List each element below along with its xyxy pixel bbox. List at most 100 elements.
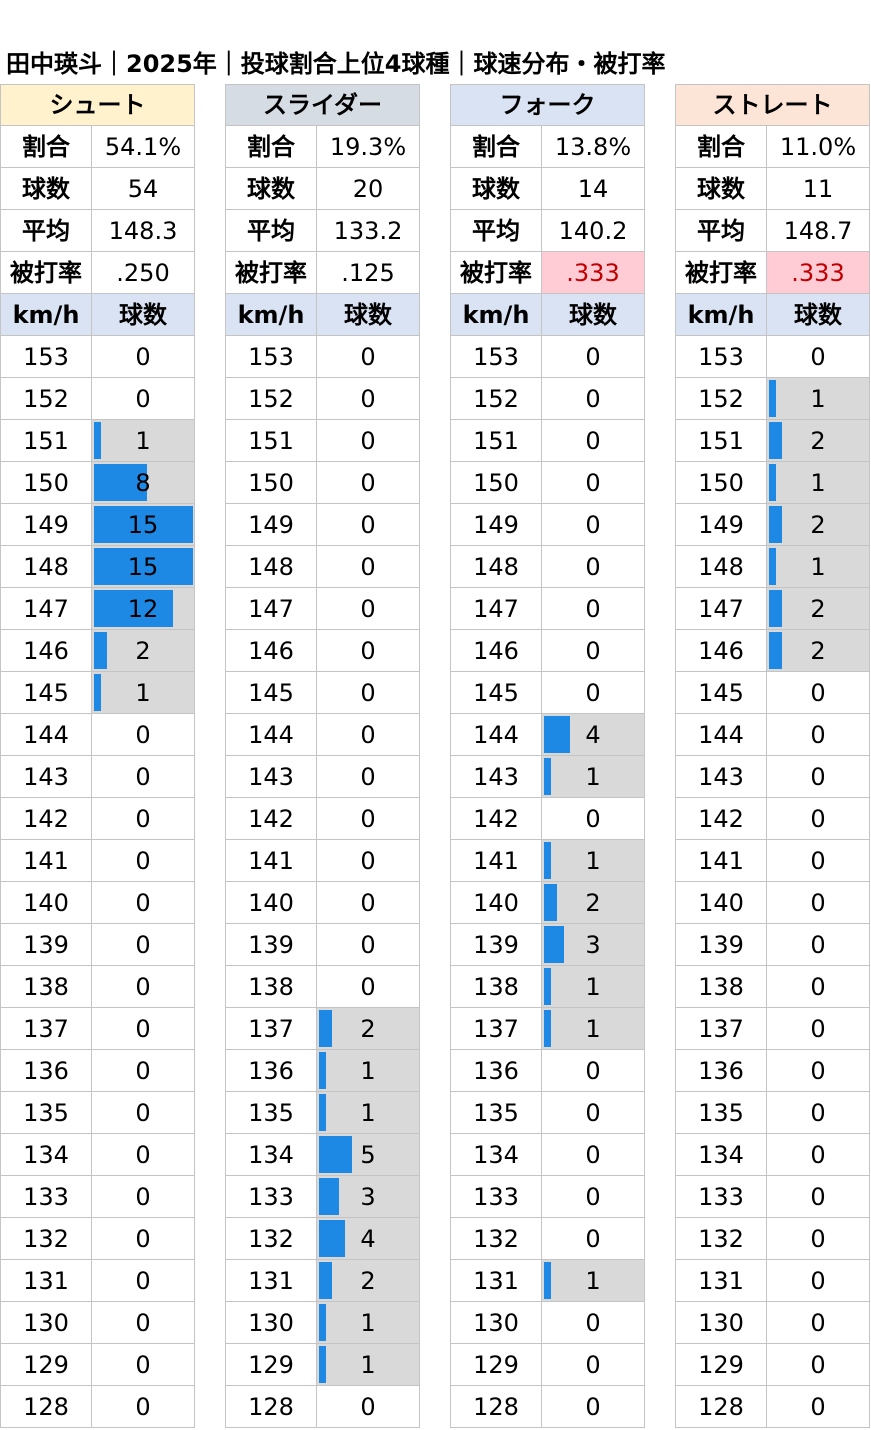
distribution-row: 147 2 bbox=[675, 588, 870, 630]
distribution-row: 139 0 bbox=[225, 924, 420, 966]
distribution-row: 134 5 bbox=[225, 1134, 420, 1176]
count-cell: 0 bbox=[767, 672, 870, 713]
speed-label: 137 bbox=[451, 1008, 542, 1049]
count-cell: 1 bbox=[92, 672, 195, 713]
pitch-table-0: シュート 割合 54.1% 球数 54 平均 148.3 被打率 .250 km/h 球数 153 0 1… bbox=[0, 84, 195, 1428]
distribution-row: 142 0 bbox=[225, 798, 420, 840]
count-cell: 0 bbox=[767, 1386, 870, 1427]
speed-label: 140 bbox=[451, 882, 542, 923]
count-cell: 2 bbox=[317, 1260, 420, 1301]
count-cell: 2 bbox=[92, 630, 195, 671]
count-label: 2 bbox=[810, 594, 826, 623]
distribution-row: 135 0 bbox=[450, 1092, 645, 1134]
distribution-row: 129 0 bbox=[450, 1344, 645, 1386]
count-cell: 0 bbox=[92, 798, 195, 839]
speed-label: 141 bbox=[676, 840, 767, 881]
speed-label: 135 bbox=[451, 1092, 542, 1133]
count-label: 5 bbox=[360, 1140, 376, 1169]
stat-label-count: 球数 bbox=[1, 168, 92, 209]
speed-label: 140 bbox=[676, 882, 767, 923]
speed-label: 149 bbox=[1, 504, 92, 545]
count-label: 0 bbox=[360, 510, 376, 539]
count-label: 2 bbox=[360, 1266, 376, 1295]
count-cell: 0 bbox=[317, 336, 420, 377]
count-label: 0 bbox=[585, 804, 601, 833]
count-cell: 0 bbox=[92, 1302, 195, 1343]
speed-label: 147 bbox=[676, 588, 767, 629]
count-label: 3 bbox=[360, 1182, 376, 1211]
distribution-row: 149 0 bbox=[225, 504, 420, 546]
count-label: 0 bbox=[810, 1266, 826, 1295]
distribution-row: 140 0 bbox=[225, 882, 420, 924]
count-label: 12 bbox=[127, 594, 159, 623]
count-cell: 1 bbox=[317, 1302, 420, 1343]
stat-label-ratio: 割合 bbox=[451, 126, 542, 167]
speed-label: 139 bbox=[1, 924, 92, 965]
distribution-row: 132 4 bbox=[225, 1218, 420, 1260]
speed-label: 143 bbox=[451, 756, 542, 797]
speed-label: 136 bbox=[226, 1050, 317, 1091]
pitch-table-3: ストレート 割合 11.0% 球数 11 平均 148.7 被打率 .333 km/h 球数 153 0… bbox=[675, 84, 870, 1428]
distribution-row: 150 0 bbox=[450, 462, 645, 504]
distribution-row: 140 0 bbox=[0, 882, 195, 924]
count-label: 0 bbox=[585, 1098, 601, 1127]
stat-value-count: 14 bbox=[542, 168, 645, 209]
distribution-row: 132 0 bbox=[0, 1218, 195, 1260]
count-label: 0 bbox=[360, 888, 376, 917]
stat-value-ratio: 11.0% bbox=[767, 126, 870, 167]
stat-row-ba: 被打率 .333 bbox=[675, 252, 870, 294]
stat-row-avg: 平均 148.3 bbox=[0, 210, 195, 252]
speed-label: 128 bbox=[451, 1386, 542, 1427]
count-cell: 0 bbox=[767, 1176, 870, 1217]
stat-value-ba: .250 bbox=[92, 252, 195, 293]
count-label: 4 bbox=[360, 1224, 376, 1253]
count-label: 2 bbox=[810, 636, 826, 665]
speed-label: 143 bbox=[1, 756, 92, 797]
speed-label: 144 bbox=[451, 714, 542, 755]
count-cell: 1 bbox=[92, 420, 195, 461]
count-cell: 0 bbox=[92, 336, 195, 377]
speed-column-header: km/h bbox=[1, 294, 92, 335]
distribution-row: 138 0 bbox=[0, 966, 195, 1008]
distribution-row: 151 0 bbox=[225, 420, 420, 462]
stat-label-ba: 被打率 bbox=[226, 252, 317, 293]
distribution-row: 149 0 bbox=[450, 504, 645, 546]
speed-label: 147 bbox=[226, 588, 317, 629]
count-cell: 5 bbox=[317, 1134, 420, 1175]
speed-label: 147 bbox=[1, 588, 92, 629]
speed-label: 150 bbox=[226, 462, 317, 503]
count-cell: 0 bbox=[767, 1092, 870, 1133]
count-label: 0 bbox=[585, 552, 601, 581]
count-cell: 0 bbox=[92, 1092, 195, 1133]
count-label: 1 bbox=[135, 426, 151, 455]
distribution-row: 143 1 bbox=[450, 756, 645, 798]
count-label: 0 bbox=[810, 1392, 826, 1421]
count-bar bbox=[319, 1262, 332, 1299]
count-cell: 0 bbox=[767, 714, 870, 755]
stat-row-ratio: 割合 11.0% bbox=[675, 126, 870, 168]
count-label: 0 bbox=[585, 384, 601, 413]
count-label: 0 bbox=[585, 1182, 601, 1211]
distribution-row: 141 1 bbox=[450, 840, 645, 882]
count-label: 0 bbox=[360, 426, 376, 455]
speed-label: 147 bbox=[451, 588, 542, 629]
distribution-row: 130 0 bbox=[450, 1302, 645, 1344]
speed-label: 148 bbox=[1, 546, 92, 587]
distribution-row: 129 0 bbox=[0, 1344, 195, 1386]
count-column-header: 球数 bbox=[92, 294, 195, 335]
stat-label-ratio: 割合 bbox=[226, 126, 317, 167]
count-bar bbox=[769, 380, 776, 417]
count-label: 0 bbox=[585, 1350, 601, 1379]
count-label: 0 bbox=[135, 888, 151, 917]
count-label: 0 bbox=[360, 930, 376, 959]
distribution-row: 131 1 bbox=[450, 1260, 645, 1302]
distribution-row: 135 0 bbox=[675, 1092, 870, 1134]
stat-row-ba: 被打率 .333 bbox=[450, 252, 645, 294]
distribution-row: 153 0 bbox=[450, 336, 645, 378]
count-label: 0 bbox=[135, 384, 151, 413]
count-label: 0 bbox=[360, 720, 376, 749]
speed-label: 132 bbox=[226, 1218, 317, 1259]
distribution-row: 133 0 bbox=[450, 1176, 645, 1218]
distribution-header-row: km/h 球数 bbox=[225, 294, 420, 336]
speed-label: 141 bbox=[1, 840, 92, 881]
